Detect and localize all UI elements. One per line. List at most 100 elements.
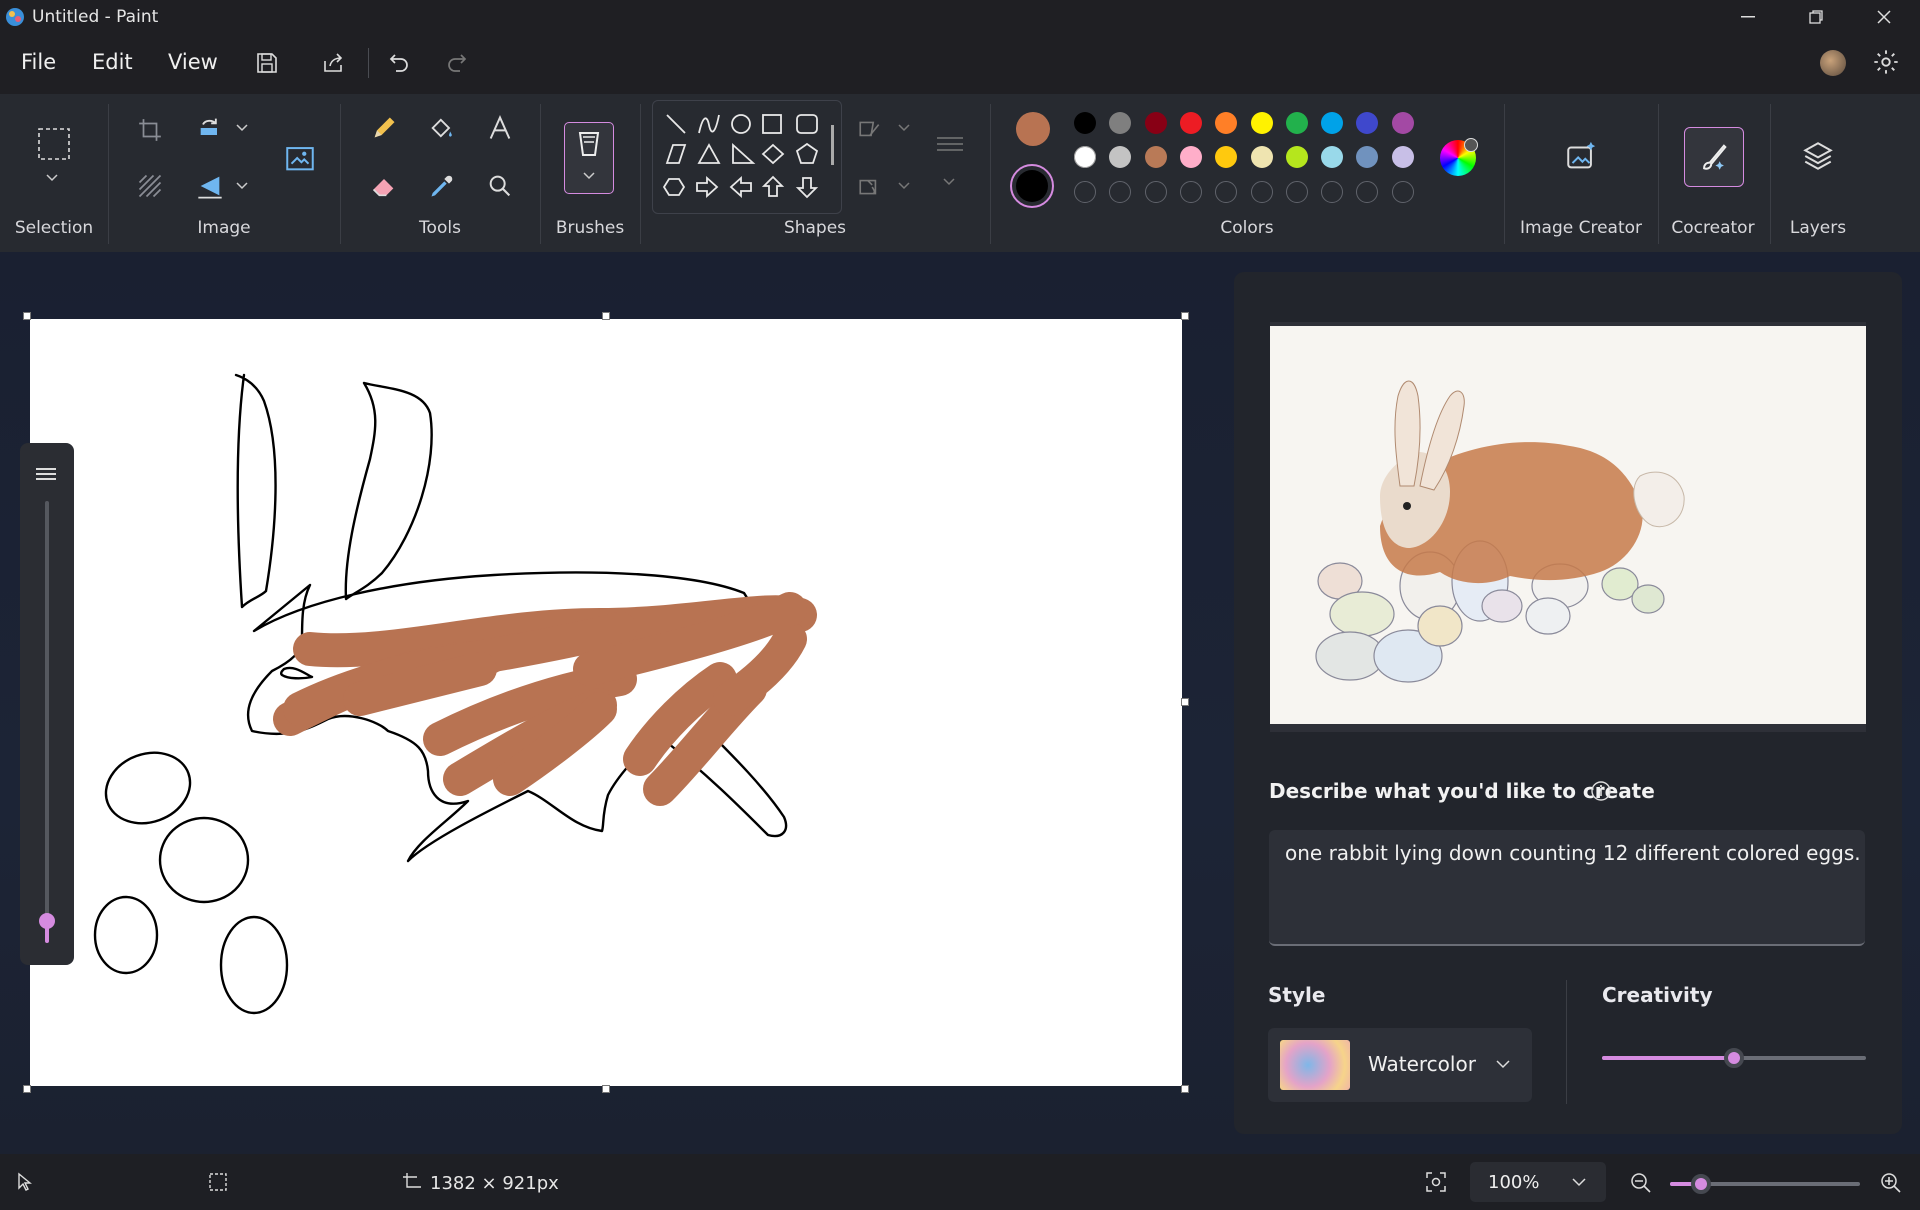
canvas-resize-handle-nw[interactable]: [23, 312, 31, 320]
add-color-icon[interactable]: [1464, 138, 1478, 152]
color-swatch[interactable]: [1074, 112, 1096, 134]
generated-image-preview[interactable]: [1270, 326, 1866, 724]
canvas-resize-handle-sw[interactable]: [23, 1085, 31, 1093]
menu-view[interactable]: View: [168, 50, 218, 74]
custom-color-slot[interactable]: [1144, 181, 1167, 203]
fill-chevron-down-icon[interactable]: [898, 182, 910, 190]
brush-size-slider[interactable]: [20, 443, 74, 965]
style-dropdown[interactable]: Watercolor: [1268, 1028, 1532, 1102]
custom-color-slot[interactable]: [1356, 181, 1379, 203]
rectangular-selection-icon[interactable]: [34, 124, 74, 164]
zoom-slider-thumb[interactable]: [1691, 1174, 1711, 1194]
color-swatch[interactable]: [1144, 112, 1167, 134]
color-swatch[interactable]: [1179, 112, 1202, 134]
custom-color-slot[interactable]: [1109, 181, 1132, 203]
undo-icon[interactable]: [380, 46, 418, 80]
color-swatch[interactable]: [1109, 146, 1132, 168]
resize-image-icon[interactable]: [280, 138, 320, 178]
save-icon[interactable]: [248, 46, 286, 80]
shapes-gallery[interactable]: [652, 100, 842, 214]
fill-bucket-icon[interactable]: [422, 108, 462, 148]
settings-gear-icon[interactable]: [1872, 48, 1900, 76]
color-swatch[interactable]: [1391, 112, 1414, 134]
pencil-icon[interactable]: [364, 108, 404, 148]
panel-divider: [1566, 980, 1567, 1104]
color-swatch[interactable]: [1179, 146, 1202, 168]
text-tool-icon[interactable]: [480, 108, 520, 148]
close-button[interactable]: [1852, 0, 1916, 34]
shape-fill-icon[interactable]: [850, 166, 890, 206]
rounded-rectangle-shape-icon: [796, 114, 818, 134]
secondary-color-swatch[interactable]: [1016, 170, 1048, 202]
zoom-in-icon[interactable]: [1880, 1172, 1902, 1194]
custom-color-slot[interactable]: [1215, 181, 1238, 203]
rotate-chevron-down-icon[interactable]: [236, 124, 248, 132]
color-swatch[interactable]: [1250, 146, 1273, 168]
share-icon[interactable]: [314, 46, 352, 80]
redo-icon[interactable]: [438, 46, 476, 80]
group-label-selection: Selection: [14, 218, 94, 238]
cocreator-button[interactable]: [1684, 127, 1744, 187]
flip-chevron-down-icon[interactable]: [236, 182, 248, 190]
canvas-resize-handle-n[interactable]: [602, 312, 610, 320]
color-swatch[interactable]: [1321, 146, 1344, 168]
color-swatch[interactable]: [1215, 146, 1238, 168]
menu-edit[interactable]: Edit: [92, 50, 133, 74]
menu-file[interactable]: File: [21, 50, 56, 74]
line-size-icon[interactable]: [930, 126, 970, 166]
zoom-slider[interactable]: [1670, 1174, 1860, 1194]
layers-icon[interactable]: [1798, 136, 1838, 176]
custom-color-slot[interactable]: [1321, 181, 1344, 203]
canvas-resize-handle-e[interactable]: [1181, 698, 1189, 706]
canvas-resize-handle-s[interactable]: [602, 1085, 610, 1093]
color-swatch[interactable]: [1215, 112, 1238, 134]
canvas-resize-handle-se[interactable]: [1181, 1085, 1189, 1093]
zoom-dropdown[interactable]: 100%: [1470, 1162, 1606, 1202]
color-swatch[interactable]: [1356, 112, 1379, 134]
account-avatar[interactable]: [1820, 50, 1846, 76]
color-swatch[interactable]: [1356, 146, 1379, 168]
minimize-button[interactable]: [1716, 0, 1780, 34]
color-picker-icon[interactable]: [422, 166, 462, 206]
remove-background-icon[interactable]: [130, 166, 170, 206]
selection-chevron-down-icon[interactable]: [46, 174, 58, 182]
custom-color-slot[interactable]: [1285, 181, 1308, 203]
primary-color-swatch[interactable]: [1016, 112, 1050, 146]
image-creator-icon[interactable]: [1561, 136, 1601, 176]
color-swatch[interactable]: [1109, 112, 1132, 134]
canvas-resize-handle-ne[interactable]: [1181, 312, 1189, 320]
color-swatch[interactable]: [1285, 146, 1308, 168]
creativity-slider[interactable]: [1602, 1048, 1866, 1068]
brushes-button[interactable]: [564, 122, 614, 194]
custom-color-slot[interactable]: [1250, 181, 1273, 203]
pointer-position-icon: [16, 1172, 34, 1192]
color-swatch[interactable]: [1144, 146, 1167, 168]
info-icon[interactable]: [1590, 780, 1612, 802]
secondary-color-ring[interactable]: [1010, 164, 1054, 208]
magnifier-icon[interactable]: [480, 166, 520, 206]
custom-color-slot[interactable]: [1074, 181, 1096, 203]
drawing-canvas[interactable]: [30, 319, 1182, 1086]
custom-color-slot[interactable]: [1179, 181, 1202, 203]
eraser-icon[interactable]: [364, 166, 404, 206]
creativity-slider-thumb[interactable]: [1724, 1048, 1744, 1068]
restore-button[interactable]: [1784, 0, 1848, 34]
line-size-chevron-down-icon[interactable]: [943, 178, 955, 186]
zoom-chevron-down-icon: [1572, 1178, 1586, 1187]
rotate-icon[interactable]: [190, 108, 230, 148]
crop-icon[interactable]: [130, 110, 170, 150]
shape-outline-icon[interactable]: [850, 110, 890, 150]
hexagon-shape-icon: [662, 178, 686, 196]
fit-to-window-icon[interactable]: [1424, 1170, 1448, 1194]
color-swatch[interactable]: [1321, 112, 1344, 134]
color-swatch[interactable]: [1074, 146, 1096, 168]
outline-chevron-down-icon[interactable]: [898, 124, 910, 132]
flip-icon[interactable]: [190, 166, 230, 206]
color-swatch[interactable]: [1391, 146, 1414, 168]
prompt-input-text[interactable]: one rabbit lying down counting 12 differ…: [1285, 841, 1861, 865]
color-swatch[interactable]: [1285, 112, 1308, 134]
custom-color-slot[interactable]: [1391, 181, 1414, 203]
color-swatch[interactable]: [1250, 112, 1273, 134]
zoom-out-icon[interactable]: [1630, 1172, 1652, 1194]
oval-shape-icon: [731, 114, 751, 134]
